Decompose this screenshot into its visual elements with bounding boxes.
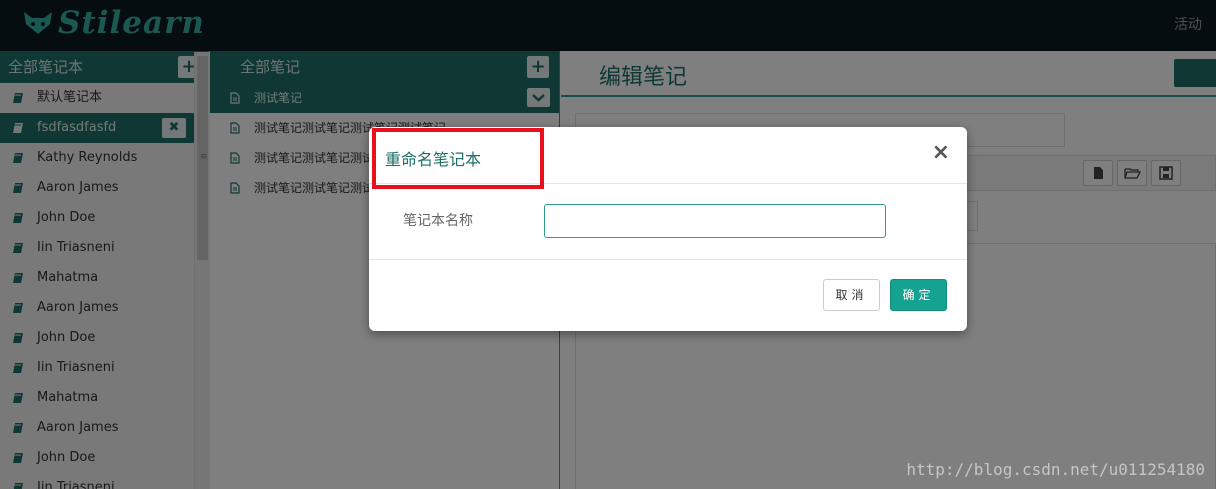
dialog-body: 笔记本名称 — [369, 184, 967, 260]
dialog-header: 重命名笔记本 × — [369, 127, 967, 189]
confirm-button[interactable]: 确定 — [890, 279, 947, 311]
notebook-name-label: 笔记本名称 — [403, 213, 473, 229]
notebook-name-input[interactable] — [544, 204, 886, 238]
watermark-text: http://blog.csdn.net/u011254180 — [906, 460, 1205, 479]
cancel-button[interactable]: 取消 — [823, 279, 880, 311]
close-icon[interactable]: × — [932, 141, 950, 165]
annotation-highlight-box — [372, 128, 544, 189]
rename-notebook-dialog: 重命名笔记本 × 笔记本名称 取消 确定 — [369, 127, 967, 331]
